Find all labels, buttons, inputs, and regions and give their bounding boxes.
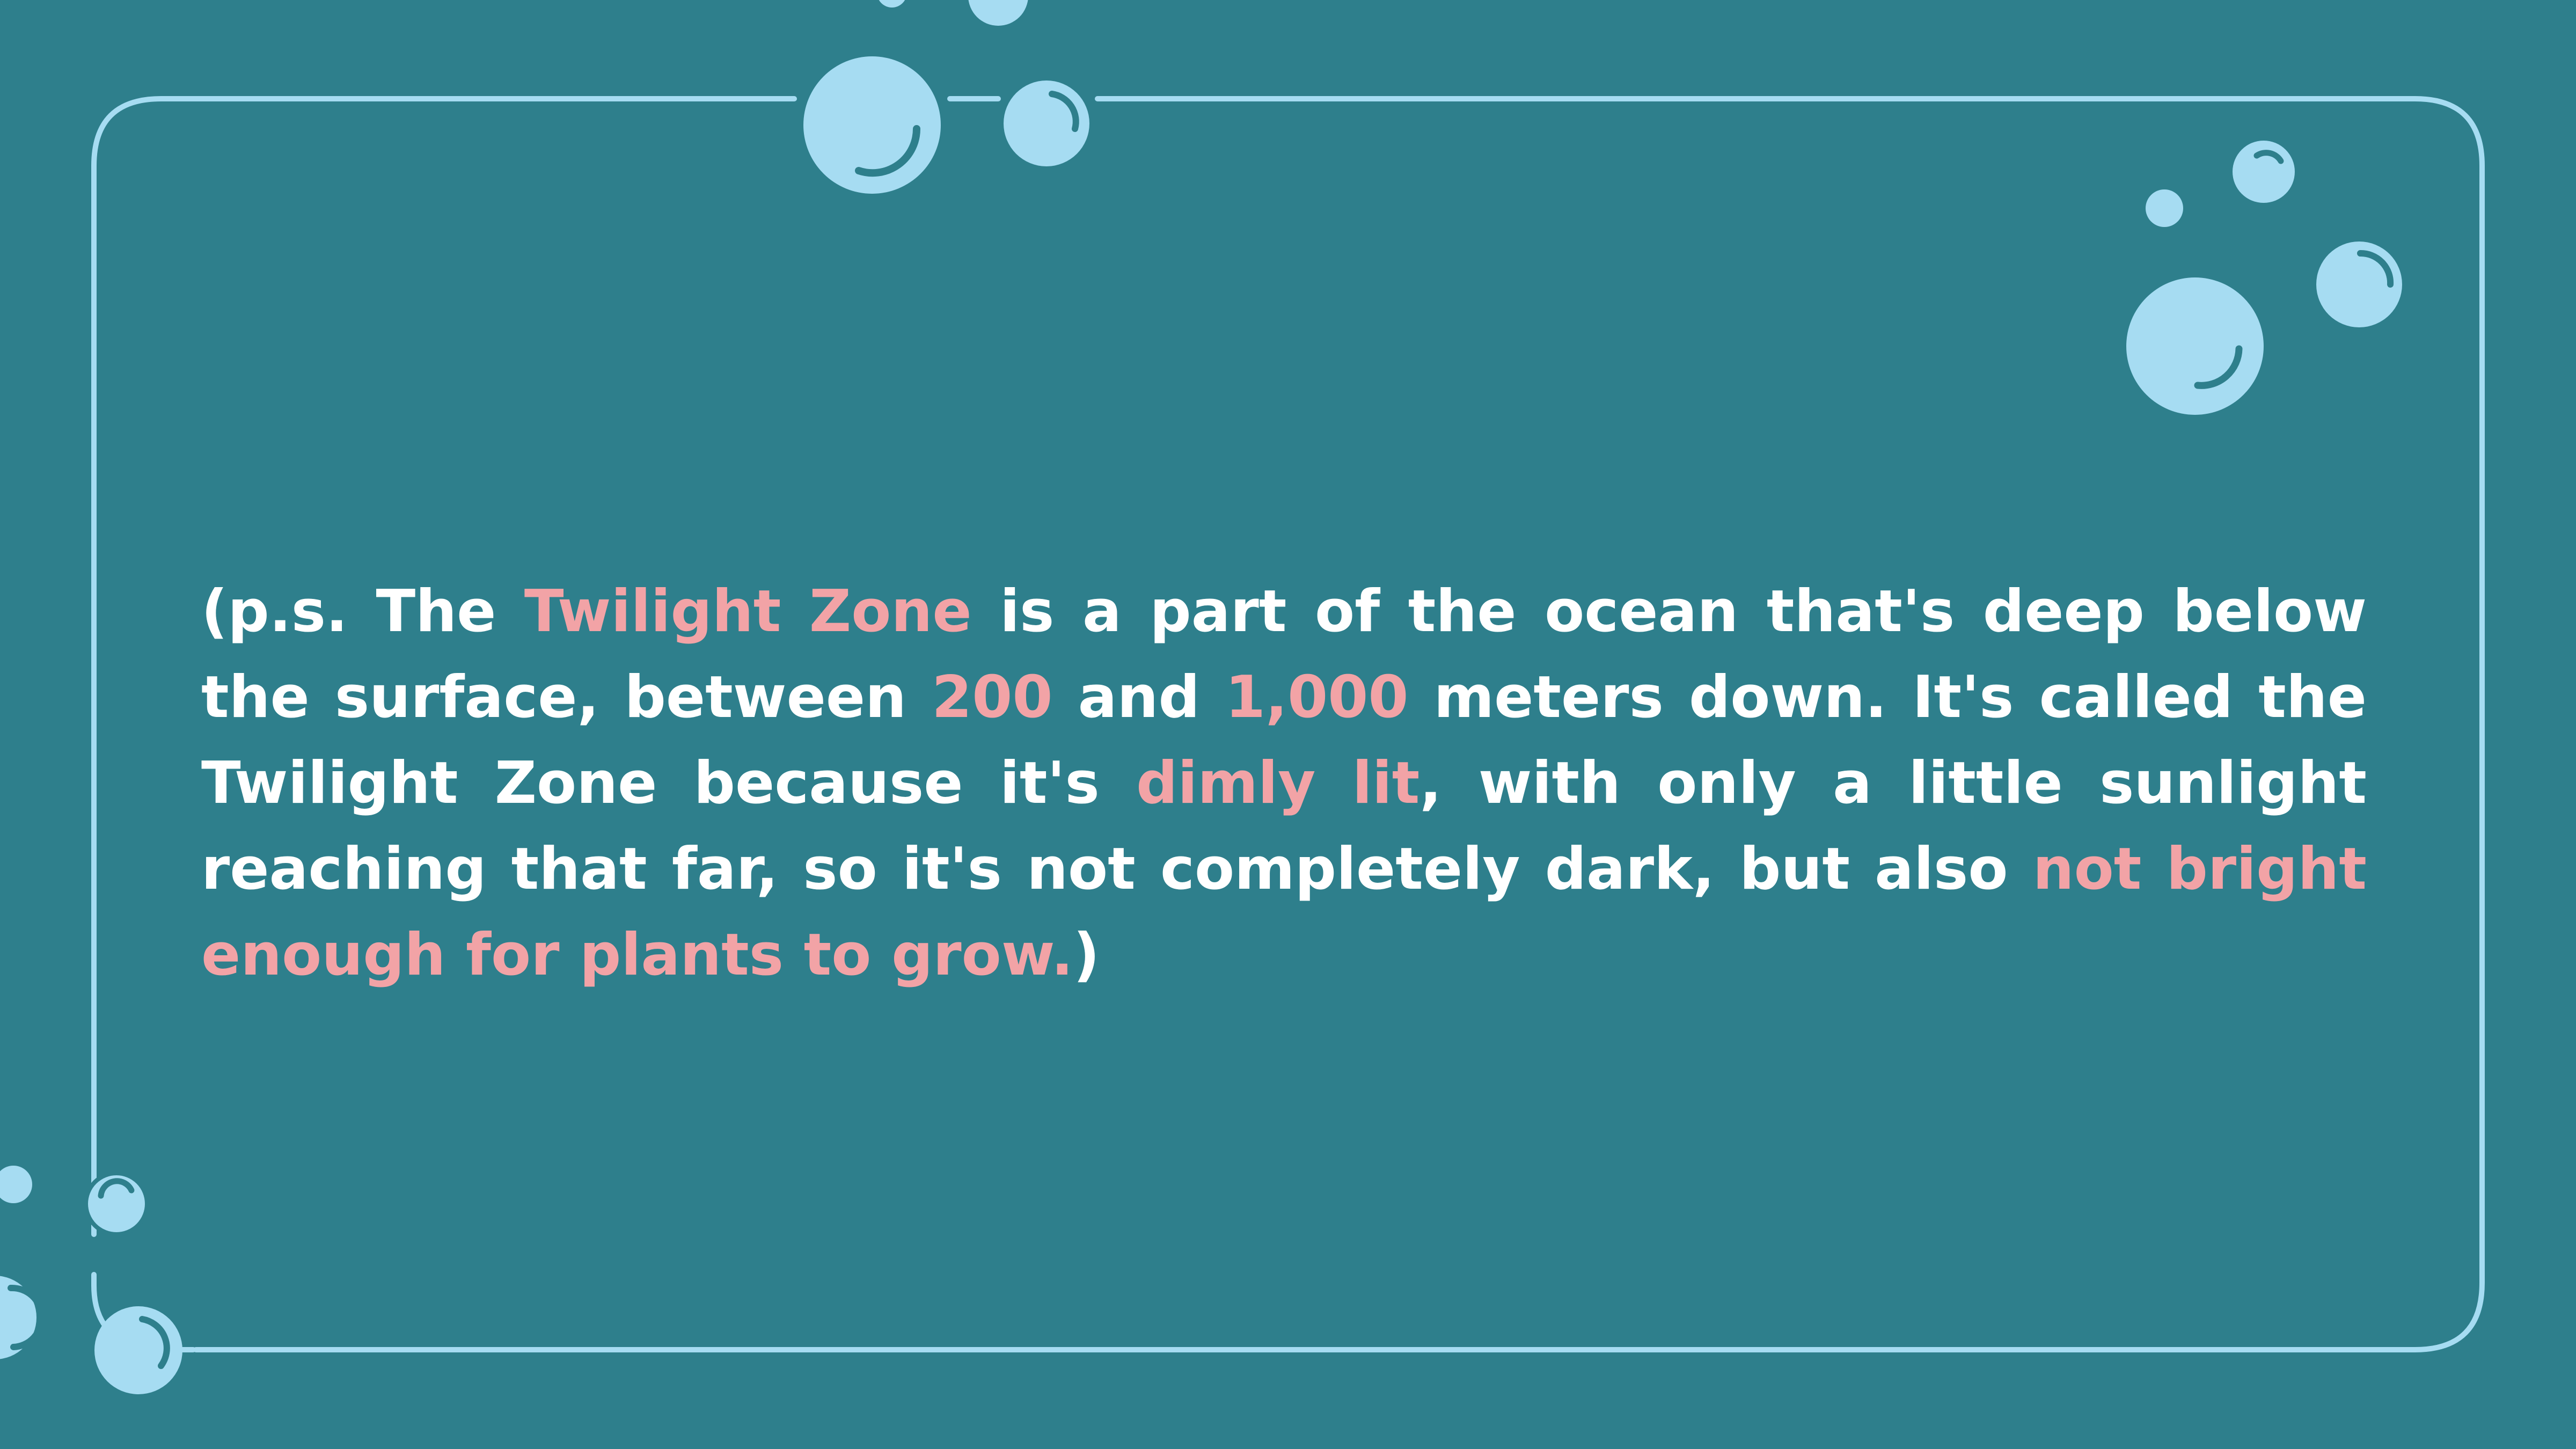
highlight-depth-1000: 1,000 bbox=[1225, 664, 1409, 731]
twilight-zone-paragraph: (p.s. The Twilight Zone is a part of the… bbox=[201, 569, 2367, 998]
bubble-icon bbox=[879, 0, 905, 8]
bubble-icon bbox=[2233, 141, 2295, 203]
highlight-depth-200: 200 bbox=[932, 664, 1053, 731]
highlight-dimly-lit: dimly lit bbox=[1136, 750, 1420, 817]
text-segment: ) bbox=[1073, 921, 1100, 989]
highlight-twilight-zone: Twilight Zone bbox=[524, 578, 972, 645]
bubble-icon bbox=[0, 1166, 32, 1203]
bubble-icon bbox=[1004, 80, 1089, 166]
text-segment: and bbox=[1052, 664, 1225, 731]
bubble-icon bbox=[803, 56, 941, 194]
bubble-icon bbox=[2316, 241, 2402, 327]
bubble-icon bbox=[2126, 277, 2264, 415]
bubble-icon bbox=[968, 0, 1028, 26]
bubble-icon bbox=[84, 1171, 149, 1236]
bubble-icon bbox=[2146, 189, 2183, 227]
text-segment: (p.s. The bbox=[201, 578, 524, 645]
bubble-icon bbox=[0, 1276, 45, 1359]
bubble-icon bbox=[94, 1306, 182, 1394]
slide: (p.s. The Twilight Zone is a part of the… bbox=[0, 0, 2576, 1449]
